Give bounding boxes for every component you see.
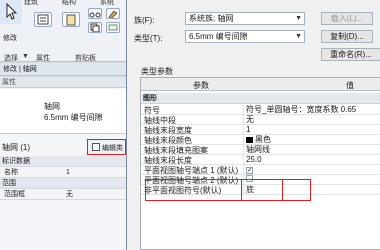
duplicate-button[interactable]: 复制(D)...: [321, 30, 373, 43]
family-combo[interactable]: 系统族: 轴网 ▼: [185, 12, 305, 25]
tab-build[interactable]: 建筑: [24, 0, 38, 7]
family-label: 族(F):: [134, 16, 155, 25]
modify-button[interactable]: [0, 0, 22, 24]
name-row: 名称 1: [0, 167, 130, 178]
chevron-down-icon[interactable]: ▼: [22, 53, 29, 60]
scope-box-row: 范围框 无: [0, 189, 130, 200]
type-properties-dialog: 族(F): 系统族: 轴网 ▼ 载入(L)... 类型(T): 6.5mm 编号…: [126, 0, 380, 250]
param-row[interactable]: 轴线末段填充图案 轴网线: [141, 145, 380, 155]
grid-header: 参数 值: [141, 78, 380, 91]
param-row[interactable]: 符号 符号_单圆轴号：宽度系数 0.65: [141, 105, 380, 115]
group-graphics[interactable]: 图形: [141, 93, 380, 104]
name-value[interactable]: 1: [66, 167, 70, 178]
scope-box-value[interactable]: 无: [66, 189, 73, 200]
scope-box-key: 范围框: [4, 191, 25, 198]
type-selector[interactable]: 轴网 6.5mm 编号间隙: [0, 89, 130, 134]
family-value: 系统族: 轴网: [189, 14, 234, 23]
param-name: 轴线末段长度: [144, 156, 192, 165]
param-value: 黑色: [255, 135, 271, 144]
param-name: 轴线末段填充图案: [144, 146, 208, 155]
join-button[interactable]: [106, 22, 120, 33]
rename-button[interactable]: 重命名(R)...: [321, 48, 380, 61]
section-identity-data[interactable]: 标识数据: [0, 156, 130, 167]
scissors-icon: [89, 12, 101, 18]
param-value[interactable]: 1: [243, 125, 380, 134]
param-row[interactable]: 轴线末段宽度 1: [141, 125, 380, 135]
cursor-icon: [6, 2, 18, 20]
param-row[interactable]: 轴线中段 无: [141, 115, 380, 125]
color-value-cell[interactable]: 黑色: [243, 135, 380, 144]
param-name: 轴线中段: [144, 116, 176, 125]
group-properties-label: 属性: [36, 55, 50, 62]
param-row[interactable]: 轴线末段颜色 黑色: [141, 135, 380, 145]
edit-type-button[interactable]: 编辑类: [87, 139, 126, 155]
param-name: 平面视图轴号端点 1 (默认): [144, 166, 239, 175]
column-parameter[interactable]: 参数: [193, 80, 209, 91]
type-properties-button[interactable]: [34, 12, 52, 27]
type-parameters-label: 类型参数: [141, 67, 173, 76]
context-tab-bar[interactable]: 修改 | 轴网: [0, 63, 130, 76]
param-value[interactable]: 符号_单圆轴号：宽度系数 0.65: [243, 105, 380, 114]
properties-icon: [37, 14, 49, 25]
param-value[interactable]: 轴网线: [243, 145, 380, 154]
section-extents[interactable]: 范围: [0, 178, 130, 189]
parameters-grid: 参数 值 图形 符号 符号_单圆轴号：宽度系数 0.65 轴线中段 无 轴线末段…: [140, 77, 380, 250]
brush-icon: [108, 10, 118, 19]
type-subname: 6.5mm 编号间隙: [44, 113, 103, 122]
param-value[interactable]: 25.0: [243, 155, 380, 164]
tab-systems[interactable]: 系统: [100, 0, 114, 7]
param-name: 轴线末段颜色: [144, 136, 192, 145]
bubble-end1-cell: ✓: [243, 165, 380, 174]
join-icon: [108, 24, 118, 31]
type-combo[interactable]: 6.5mm 编号间隙 ▼: [185, 30, 305, 43]
edit-type-label: 编辑类: [102, 145, 123, 152]
chevron-down-icon: ▼: [295, 33, 302, 40]
instance-selector[interactable]: 轴网 (1): [0, 142, 88, 154]
group-select-label[interactable]: 选择: [4, 53, 18, 61]
column-value[interactable]: 值: [346, 80, 354, 91]
group-clipboard-label: 剪贴板: [75, 55, 96, 62]
chevron-down-icon: ▼: [295, 15, 302, 22]
match-button[interactable]: [106, 8, 120, 19]
param-name: 符号: [144, 106, 160, 115]
type-name: 轴网: [44, 102, 60, 111]
param-value[interactable]: 无: [243, 115, 380, 124]
param-row[interactable]: 轴线末段长度 25.0: [141, 155, 380, 165]
load-button[interactable]: 载入(L)...: [321, 12, 373, 25]
paste-icon: [66, 14, 76, 26]
param-name: 轴线末段宽度: [144, 126, 192, 135]
highlight-bubble-values: [241, 179, 283, 201]
type-label: 类型(T):: [134, 34, 163, 43]
paste-button[interactable]: [62, 12, 80, 27]
type-value: 6.5mm 编号间隙: [189, 32, 248, 41]
color-swatch: [246, 137, 253, 143]
ribbon: 建筑 结构 系统 修改 选择 ▼ 属性 剪贴板: [0, 0, 130, 62]
param-row[interactable]: 平面视图轴号端点 1 (默认) ✓: [141, 165, 380, 175]
bubble-end1-checkbox[interactable]: ✓: [246, 167, 253, 174]
highlight-bubble-params: [145, 179, 311, 201]
copy-icon: [90, 23, 100, 33]
modify-label: 修改: [3, 35, 17, 42]
edit-type-icon: [92, 143, 100, 151]
name-key: 名称: [4, 169, 18, 176]
properties-palette: 属性 轴网 6.5mm 编号间隙 轴网 (1) 编辑类 标识数据 名称 1 范围…: [0, 77, 130, 250]
copy-button[interactable]: [88, 22, 102, 33]
properties-header: 属性: [0, 77, 130, 88]
cut-button[interactable]: [88, 8, 102, 19]
tab-structure[interactable]: 结构: [62, 0, 76, 7]
